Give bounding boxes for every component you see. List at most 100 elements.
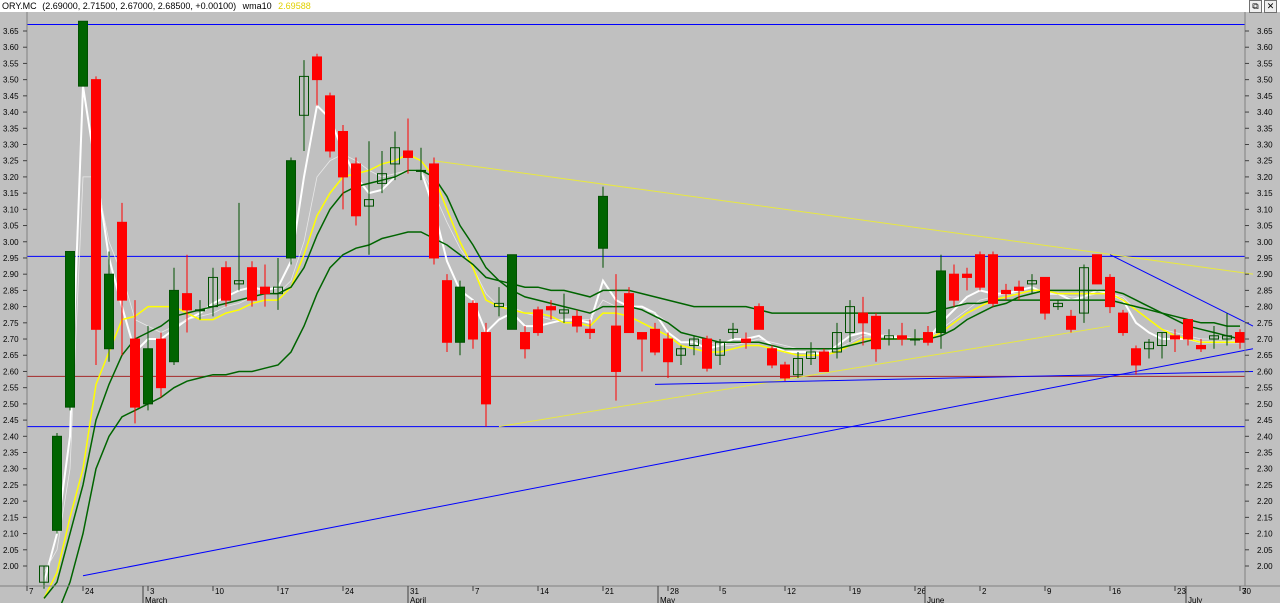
candle-30[interactable] bbox=[429, 157, 439, 265]
candle-73[interactable] bbox=[988, 251, 998, 307]
candle-45[interactable] bbox=[624, 287, 634, 334]
y-tick-label-right-30: 3.50 bbox=[1257, 76, 1273, 85]
candle-2[interactable] bbox=[65, 250, 75, 411]
candle-body bbox=[767, 348, 777, 366]
x-month-label-3: June bbox=[927, 596, 945, 603]
candle-body bbox=[858, 312, 868, 324]
y-tick-label-left-9: 2.45 bbox=[3, 416, 19, 425]
y-tick-label-left-15: 2.75 bbox=[3, 319, 19, 328]
candle-body bbox=[923, 332, 933, 343]
x-month-label-0: March bbox=[145, 596, 167, 603]
symbol-label: ORY.MC bbox=[2, 1, 37, 11]
candle-31[interactable] bbox=[442, 274, 452, 352]
x-day-label-15: 2 bbox=[982, 587, 987, 596]
y-tick-label-left-23: 3.15 bbox=[3, 189, 19, 198]
candle-77[interactable] bbox=[1040, 276, 1050, 320]
candle-body bbox=[1092, 254, 1102, 285]
candle-body bbox=[637, 332, 647, 340]
candle-body bbox=[325, 95, 335, 152]
y-tick-label-left-28: 3.40 bbox=[3, 108, 19, 117]
y-tick-label-left-8: 2.40 bbox=[3, 432, 19, 441]
candle-body bbox=[546, 306, 556, 311]
x-month-label-1: April bbox=[410, 596, 426, 603]
candle-body bbox=[351, 163, 361, 217]
candle-body bbox=[585, 328, 595, 334]
candle-36[interactable] bbox=[507, 254, 517, 330]
candle-19[interactable] bbox=[286, 157, 296, 265]
candle-body bbox=[221, 267, 231, 301]
candle-body bbox=[663, 338, 673, 363]
y-tick-label-left-27: 3.35 bbox=[3, 124, 19, 133]
candle-9[interactable] bbox=[156, 332, 166, 398]
candle-body bbox=[169, 289, 179, 363]
candle-body bbox=[975, 254, 985, 288]
candle-body bbox=[533, 309, 543, 334]
y-tick-label-left-14: 2.70 bbox=[3, 335, 19, 344]
y-tick-label-left-32: 3.60 bbox=[3, 43, 19, 52]
y-tick-label-right-2: 2.10 bbox=[1257, 530, 1273, 539]
candle-1[interactable] bbox=[52, 433, 62, 534]
candle-body bbox=[520, 332, 530, 350]
y-tick-label-left-16: 2.80 bbox=[3, 303, 19, 312]
y-tick-label-right-11: 2.55 bbox=[1257, 384, 1273, 393]
close-icon: ✕ bbox=[1266, 1, 1275, 11]
x-day-label-0: 7 bbox=[29, 587, 34, 596]
ohlc-values: (2.69000, 2.71500, 2.67000, 2.68500, +0.… bbox=[42, 1, 237, 11]
y-tick-label-left-19: 2.95 bbox=[3, 254, 19, 263]
close-button[interactable]: ✕ bbox=[1264, 0, 1277, 13]
y-tick-label-right-10: 2.50 bbox=[1257, 400, 1273, 409]
y-tick-label-right-21: 3.05 bbox=[1257, 222, 1273, 231]
candle-14[interactable] bbox=[221, 261, 231, 307]
candle-60[interactable] bbox=[819, 348, 829, 372]
y-tick-label-right-3: 2.15 bbox=[1257, 513, 1273, 522]
candle-56[interactable] bbox=[767, 345, 777, 369]
candle-4[interactable] bbox=[91, 76, 101, 365]
candle-57[interactable] bbox=[780, 361, 790, 382]
y-tick-label-left-26: 3.30 bbox=[3, 140, 19, 149]
candle-body bbox=[104, 273, 114, 350]
y-tick-label-left-6: 2.30 bbox=[3, 465, 19, 474]
candle-38[interactable] bbox=[533, 306, 543, 336]
y-tick-label-left-30: 3.50 bbox=[3, 76, 19, 85]
candle-body bbox=[650, 328, 660, 353]
candle-24[interactable] bbox=[351, 157, 361, 226]
x-day-label-9: 21 bbox=[605, 587, 614, 596]
candle-83[interactable] bbox=[1118, 309, 1128, 336]
y-tick-label-right-12: 2.60 bbox=[1257, 367, 1273, 376]
y-tick-label-left-1: 2.05 bbox=[3, 546, 19, 555]
x-day-label-8: 14 bbox=[540, 587, 549, 596]
x-day-label-6: 31 bbox=[410, 587, 419, 596]
candle-55[interactable] bbox=[754, 303, 764, 330]
y-tick-label-right-6: 2.30 bbox=[1257, 465, 1273, 474]
y-tick-label-left-33: 3.65 bbox=[3, 27, 19, 36]
y-tick-label-right-18: 2.90 bbox=[1257, 270, 1273, 279]
candle-3[interactable] bbox=[78, 20, 88, 87]
candle-body bbox=[754, 306, 764, 330]
restore-button[interactable]: ⧉ bbox=[1249, 0, 1262, 13]
y-tick-label-left-0: 2.00 bbox=[3, 562, 19, 571]
y-tick-label-left-13: 2.65 bbox=[3, 351, 19, 360]
candle-body bbox=[312, 56, 322, 81]
price-chart[interactable]: 2.00 2.05 2.10 2.15 2.20 2.25 2.30 2.35 2.40 2.45… bbox=[0, 0, 1280, 603]
candle-81[interactable] bbox=[1092, 254, 1102, 285]
candle-body bbox=[507, 254, 517, 330]
candle-16[interactable] bbox=[247, 261, 257, 307]
indicator-name: wma10 bbox=[242, 1, 272, 11]
y-tick-label-right-25: 3.25 bbox=[1257, 157, 1273, 166]
candle-body bbox=[195, 309, 205, 312]
candle-body bbox=[338, 131, 348, 178]
y-tick-label-left-29: 3.45 bbox=[3, 92, 19, 101]
y-tick-label-left-7: 2.35 bbox=[3, 449, 19, 458]
y-tick-label-right-7: 2.35 bbox=[1257, 449, 1273, 458]
candle-body bbox=[117, 221, 127, 301]
candle-body bbox=[416, 169, 426, 172]
y-tick-label-right-19: 2.95 bbox=[1257, 254, 1273, 263]
candle-72[interactable] bbox=[975, 251, 985, 291]
x-day-label-1: 24 bbox=[85, 587, 94, 596]
chart-window: 2.00 2.05 2.10 2.15 2.20 2.25 2.30 2.35 2.40 2.45… bbox=[0, 0, 1280, 603]
y-tick-label-left-25: 3.25 bbox=[3, 157, 19, 166]
candle-22[interactable] bbox=[325, 92, 335, 158]
chart-header: ORY.MC (2.69000, 2.71500, 2.67000, 2.685… bbox=[0, 0, 1280, 12]
candle-51[interactable] bbox=[702, 335, 712, 372]
x-day-label-16: 9 bbox=[1047, 587, 1052, 596]
